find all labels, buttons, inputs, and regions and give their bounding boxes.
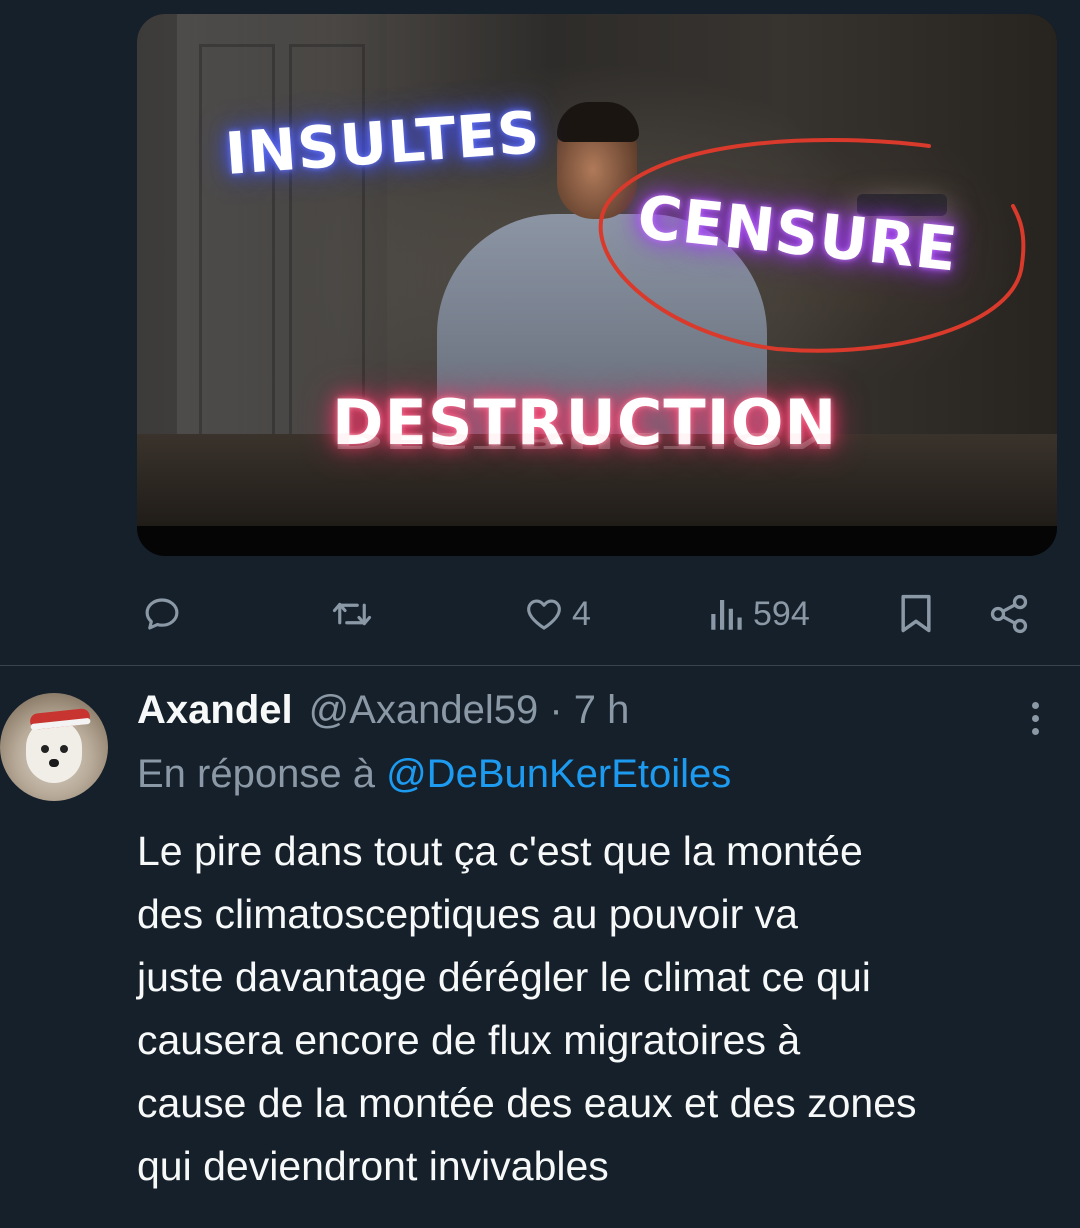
reply-text-line: cause de la montée des eaux et des zones <box>137 1080 917 1126</box>
tweet-divider <box>0 665 1080 666</box>
reply-header: Axandel @Axandel59 · 7 h <box>137 688 629 738</box>
tweet-media-image[interactable]: INSULTES CENSURE DESTRUCTION DESTRUCTION <box>137 14 1057 556</box>
more-options-button[interactable] <box>1022 698 1050 738</box>
views-chart-icon <box>711 600 742 630</box>
reply-icon <box>145 598 179 630</box>
bookmark-button[interactable] <box>897 586 935 642</box>
tweet-action-bar: 4 594 <box>137 586 1047 642</box>
share-button[interactable] <box>987 586 1031 642</box>
more-dots-icon <box>1032 702 1039 709</box>
reply-body-text: Le pire dans tout ça c'est que la montée… <box>137 820 1057 1198</box>
more-dots-icon <box>1032 715 1039 722</box>
heart-icon <box>527 599 561 630</box>
reply-text-line: juste davantage dérégler le climat ce qu… <box>137 954 871 1000</box>
replying-to-line: En réponse à @DeBunKerEtoiles <box>137 752 731 797</box>
tweet-thread: INSULTES CENSURE DESTRUCTION DESTRUCTION <box>0 0 1080 1228</box>
reply-text-line: causera encore de flux migratoires à <box>137 1017 801 1063</box>
retweet-button[interactable] <box>329 586 381 642</box>
author-name[interactable]: Axandel <box>137 688 293 733</box>
like-count: 4 <box>572 594 591 633</box>
share-icon <box>990 594 1028 634</box>
like-button[interactable]: 4 <box>522 586 591 642</box>
bookmark-icon <box>901 594 931 633</box>
views-button[interactable]: 594 <box>707 586 810 642</box>
reply-button[interactable] <box>141 586 189 642</box>
reply-text-line: des climatosceptiques au pouvoir va <box>137 891 798 937</box>
replying-prefix: En réponse à <box>137 752 375 796</box>
views-count: 594 <box>753 594 810 633</box>
reply-text-line: qui deviendront invivables <box>137 1143 609 1189</box>
avatar[interactable] <box>0 693 108 801</box>
avatar-eye-right <box>60 745 68 753</box>
video-scene: INSULTES CENSURE DESTRUCTION DESTRUCTION <box>137 14 1057 526</box>
red-circle-annotation <box>598 138 1026 353</box>
reply-text-line: Le pire dans tout ça c'est que la montée <box>137 828 863 874</box>
more-dots-icon <box>1032 728 1039 735</box>
author-handle-time[interactable]: @Axandel59 · 7 h <box>309 688 630 733</box>
avatar-eye-left <box>41 745 49 753</box>
avatar-santa-hat <box>29 707 91 731</box>
retweet-icon <box>332 602 372 626</box>
avatar-nose <box>49 759 59 767</box>
replying-to-mention[interactable]: @DeBunKerEtoiles <box>386 752 731 796</box>
